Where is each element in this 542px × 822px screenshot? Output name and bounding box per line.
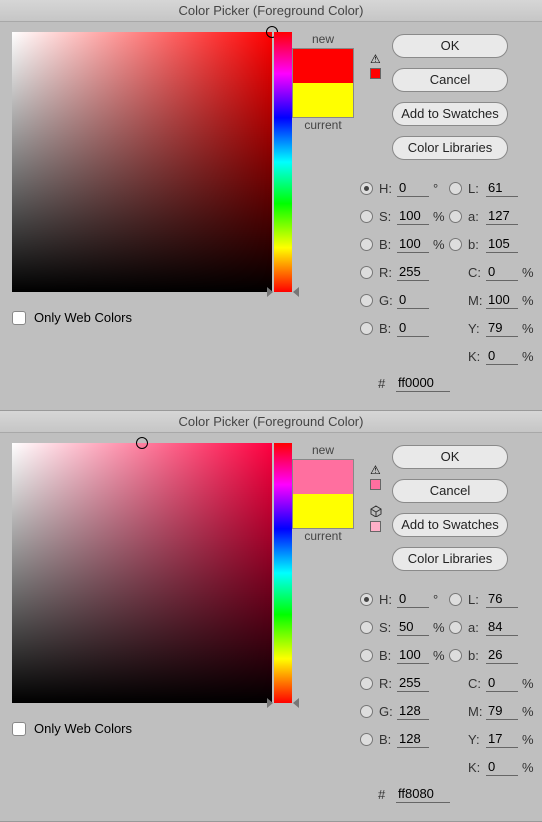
yellow-input[interactable]: [486, 319, 518, 337]
hue-pointer-right[interactable]: [293, 698, 299, 708]
only-web-colors-label: Only Web Colors: [34, 310, 132, 325]
hex-input[interactable]: [396, 374, 450, 392]
brightness-radio[interactable]: [360, 238, 373, 251]
a-input[interactable]: [486, 618, 518, 636]
black-input[interactable]: [486, 758, 518, 776]
websafe-corrected-swatch[interactable]: [370, 521, 381, 532]
green-input[interactable]: [397, 702, 429, 720]
brightness-input[interactable]: [397, 646, 429, 664]
websafe-warning-icon[interactable]: [370, 505, 382, 520]
hue-slider[interactable]: [274, 443, 292, 703]
cancel-button[interactable]: Cancel: [392, 68, 508, 92]
current-color-swatch[interactable]: [293, 83, 353, 117]
blue-radio[interactable]: [360, 733, 373, 746]
hue-input[interactable]: [397, 179, 429, 197]
blue-input[interactable]: [397, 730, 429, 748]
ok-button[interactable]: OK: [392, 445, 508, 469]
ok-button[interactable]: OK: [392, 34, 508, 58]
color-marker[interactable]: [136, 437, 148, 449]
cyan-input[interactable]: [486, 263, 518, 281]
cyan-input[interactable]: [486, 674, 518, 692]
green-input[interactable]: [397, 291, 429, 309]
hue-pointer-left[interactable]: [267, 287, 273, 297]
color-picker-dialog: Color Picker (Foreground Color) Only Web…: [0, 411, 542, 822]
hue-input[interactable]: [397, 590, 429, 608]
b-lab-input[interactable]: [486, 646, 518, 664]
a-radio[interactable]: [449, 210, 462, 223]
color-picker-dialog: Color Picker (Foreground Color) Only Web…: [0, 0, 542, 411]
yellow-input[interactable]: [486, 730, 518, 748]
a-radio[interactable]: [449, 621, 462, 634]
new-color-swatch[interactable]: [293, 49, 353, 83]
l-input[interactable]: [486, 179, 518, 197]
add-to-swatches-button[interactable]: Add to Swatches: [392, 102, 508, 126]
dialog-title: Color Picker (Foreground Color): [0, 0, 542, 22]
cancel-button[interactable]: Cancel: [392, 479, 508, 503]
saturation-brightness-field[interactable]: [12, 32, 272, 292]
color-libraries-button[interactable]: Color Libraries: [392, 136, 508, 160]
magenta-input[interactable]: [486, 291, 518, 309]
l-radio[interactable]: [449, 182, 462, 195]
only-web-colors-checkbox[interactable]: [12, 722, 26, 736]
new-label: new: [292, 443, 354, 457]
red-input[interactable]: [397, 674, 429, 692]
color-swatches: [292, 459, 354, 529]
red-radio[interactable]: [360, 266, 373, 279]
saturation-radio[interactable]: [360, 621, 373, 634]
gamut-warning-icon[interactable]: ⚠: [370, 463, 381, 477]
saturation-brightness-field[interactable]: [12, 443, 272, 703]
b-lab-input[interactable]: [486, 235, 518, 253]
current-label: current: [292, 118, 354, 132]
hue-slider[interactable]: [274, 32, 292, 292]
blue-radio[interactable]: [360, 322, 373, 335]
new-label: new: [292, 32, 354, 46]
hue-pointer-right[interactable]: [293, 287, 299, 297]
red-radio[interactable]: [360, 677, 373, 690]
green-radio[interactable]: [360, 705, 373, 718]
red-input[interactable]: [397, 263, 429, 281]
only-web-colors-label: Only Web Colors: [34, 721, 132, 736]
add-to-swatches-button[interactable]: Add to Swatches: [392, 513, 508, 537]
current-label: current: [292, 529, 354, 543]
saturation-input[interactable]: [397, 618, 429, 636]
brightness-input[interactable]: [397, 235, 429, 253]
hue-radio[interactable]: [360, 182, 373, 195]
dialog-title: Color Picker (Foreground Color): [0, 411, 542, 433]
black-input[interactable]: [486, 347, 518, 365]
gamut-warning-icon[interactable]: ⚠: [370, 52, 381, 66]
l-input[interactable]: [486, 590, 518, 608]
saturation-radio[interactable]: [360, 210, 373, 223]
color-libraries-button[interactable]: Color Libraries: [392, 547, 508, 571]
magenta-input[interactable]: [486, 702, 518, 720]
blue-input[interactable]: [397, 319, 429, 337]
l-radio[interactable]: [449, 593, 462, 606]
b-lab-radio[interactable]: [449, 649, 462, 662]
gamut-corrected-swatch[interactable]: [370, 479, 381, 490]
gamut-corrected-swatch[interactable]: [370, 68, 381, 79]
green-radio[interactable]: [360, 294, 373, 307]
only-web-colors-checkbox[interactable]: [12, 311, 26, 325]
hex-input[interactable]: [396, 785, 450, 803]
saturation-input[interactable]: [397, 207, 429, 225]
brightness-radio[interactable]: [360, 649, 373, 662]
hue-radio[interactable]: [360, 593, 373, 606]
new-color-swatch[interactable]: [293, 460, 353, 494]
hue-pointer-left[interactable]: [267, 698, 273, 708]
a-input[interactable]: [486, 207, 518, 225]
current-color-swatch[interactable]: [293, 494, 353, 528]
b-lab-radio[interactable]: [449, 238, 462, 251]
color-swatches: [292, 48, 354, 118]
